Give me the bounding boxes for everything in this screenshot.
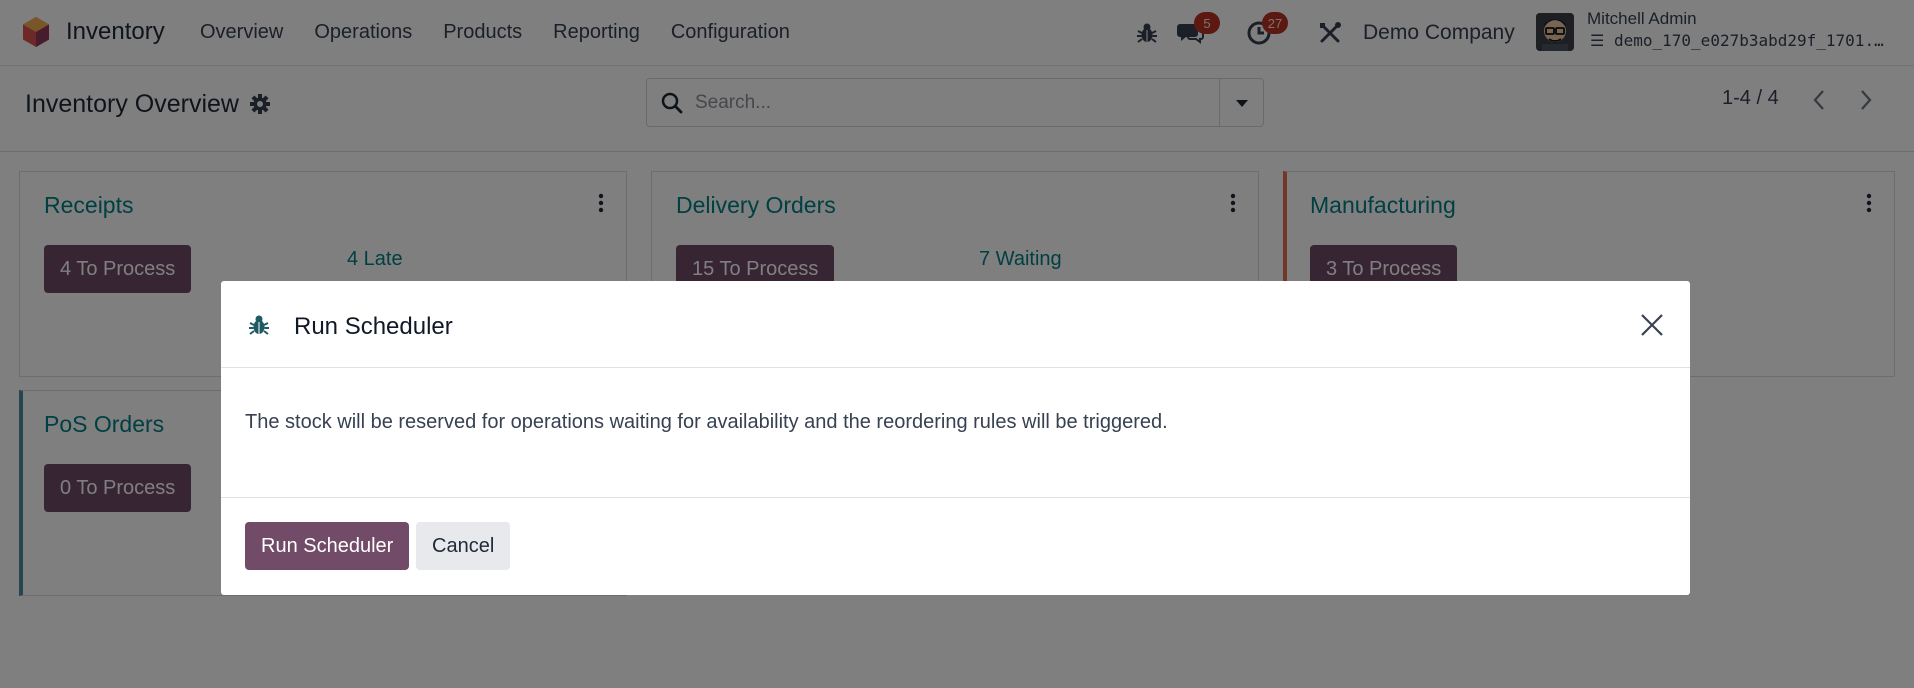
cancel-button[interactable]: Cancel: [416, 522, 511, 570]
bug-icon: [249, 315, 269, 335]
modal-body: The stock will be reserved for operation…: [221, 368, 1690, 498]
close-icon: [1641, 314, 1663, 336]
run-scheduler-button[interactable]: Run Scheduler: [245, 522, 410, 570]
modal-title: Run Scheduler: [294, 313, 453, 340]
modal-message: The stock will be reserved for operation…: [245, 411, 1168, 433]
close-button[interactable]: [1636, 309, 1668, 341]
modal-header: Run Scheduler: [221, 281, 1690, 368]
run-scheduler-dialog: Run Scheduler The stock will be reserved…: [221, 281, 1690, 595]
